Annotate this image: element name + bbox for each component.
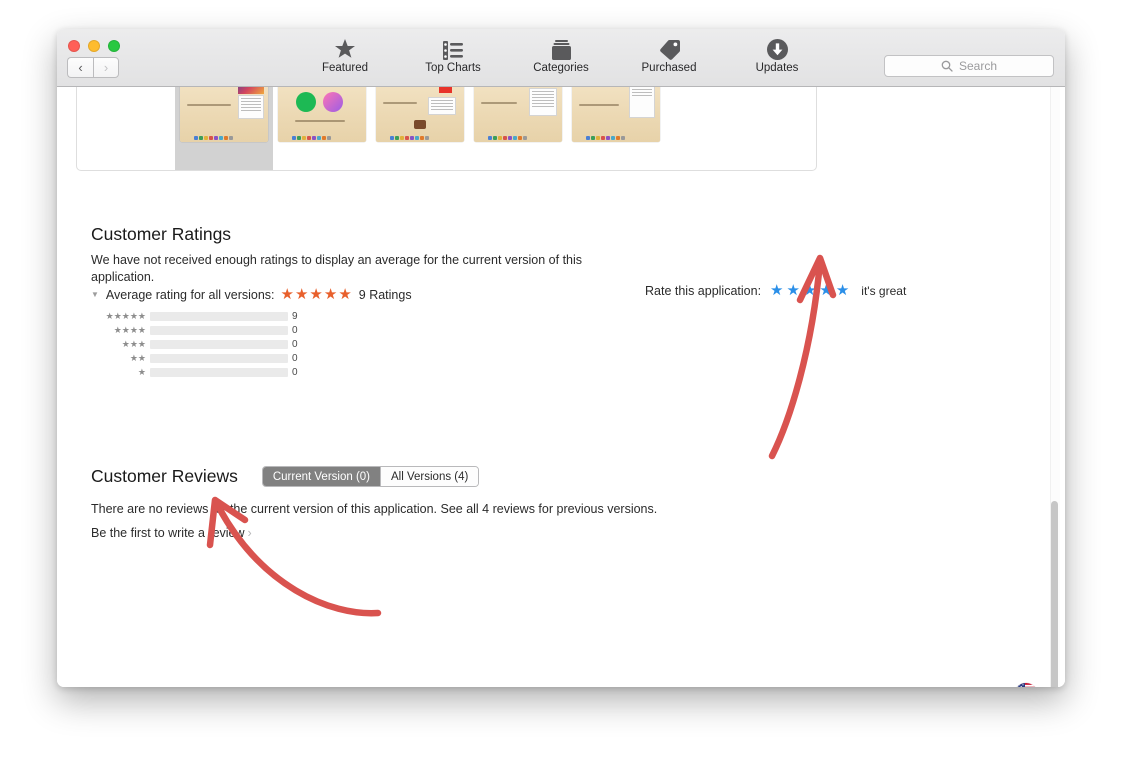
average-rating-row[interactable]: ▼ Average rating for all versions: ★★★★★…	[91, 287, 412, 302]
histogram-count: 0	[292, 338, 298, 350]
rate-application-label: Rate this application:	[645, 283, 762, 298]
tab-top-charts-label: Top Charts	[425, 62, 481, 74]
screenshot-thumbnail[interactable]	[469, 87, 567, 170]
customer-reviews-heading: Customer Reviews	[91, 466, 238, 486]
write-review-label: Be the first to write a review	[91, 526, 245, 540]
histogram-row: ★★ 0	[91, 351, 304, 365]
desktop-background: ‹ › Featured Top Charts Categories Purch…	[0, 0, 1123, 767]
tab-top-charts[interactable]: Top Charts	[414, 36, 492, 74]
histogram-count: 0	[292, 324, 298, 336]
histogram-stars: ★★★★★	[105, 310, 146, 321]
screenshot-thumbnail[interactable]	[567, 87, 665, 170]
histogram-bar	[150, 367, 288, 377]
rate-application-stars[interactable]: ★★★★★	[770, 283, 852, 298]
tab-purchased-label: Purchased	[641, 62, 697, 74]
write-review-link[interactable]: Be the first to write a review ›	[91, 526, 252, 540]
histogram-stars: ★★★★	[113, 324, 146, 335]
tab-purchased[interactable]: Purchased	[630, 36, 708, 74]
disclosure-triangle-icon[interactable]: ▼	[91, 290, 99, 299]
histogram-bar	[150, 339, 288, 349]
rate-application-caption: it's great	[861, 283, 907, 298]
vertical-scrollbar-thumb[interactable]	[1051, 501, 1058, 687]
tab-featured-label: Featured	[321, 62, 369, 74]
window-toolbar: ‹ › Featured Top Charts Categories Purch…	[57, 29, 1065, 87]
download-arrow-icon	[766, 36, 788, 60]
histogram-row: ★★★★ 0	[91, 323, 304, 337]
histogram-bar	[150, 311, 288, 321]
customer-ratings-heading: Customer Ratings	[91, 224, 232, 244]
histogram-stars: ★	[137, 366, 146, 377]
screenshot-thumbnail[interactable]	[175, 87, 273, 170]
screenshot-thumbnail[interactable]	[273, 87, 371, 170]
histogram-row: ★★★ 0	[91, 337, 304, 351]
star-icon	[334, 36, 356, 60]
chevron-right-icon: ›	[247, 526, 252, 540]
tab-featured[interactable]: Featured	[306, 36, 384, 74]
reviews-version-segmented-control: Current Version (0) All Versions (4)	[261, 466, 480, 487]
folder-icon	[551, 36, 571, 60]
list-icon	[443, 36, 463, 60]
tab-updates[interactable]: Updates	[738, 36, 816, 74]
ratings-note-text: We have not received enough ratings to d…	[91, 253, 583, 284]
histogram-bar	[150, 353, 288, 363]
page-content: Customer Ratings We have not received en…	[57, 87, 1065, 687]
histogram-stars: ★★	[129, 352, 146, 363]
histogram-row: ★★★★★ 9	[91, 309, 304, 323]
no-reviews-text: There are no reviews for the current ver…	[91, 502, 658, 516]
screenshot-thumbnail-strip[interactable]	[76, 87, 817, 171]
search-field[interactable]: Search	[884, 55, 1054, 77]
screenshot-thumbnail[interactable]	[77, 87, 175, 170]
histogram-count: 9	[292, 310, 298, 322]
histogram-row: ★ 0	[91, 365, 304, 379]
screenshot-thumbnail[interactable]	[665, 87, 763, 170]
histogram-count: 0	[292, 366, 298, 378]
segment-all-versions[interactable]: All Versions (4)	[381, 467, 479, 486]
ratings-count-label: 9 Ratings	[358, 287, 412, 302]
segment-current-version[interactable]: Current Version (0)	[262, 467, 382, 486]
tab-updates-label: Updates	[755, 62, 799, 74]
average-rating-label: Average rating for all versions:	[105, 287, 275, 302]
ratings-histogram: ★★★★★ 9 ★★★★ 0 ★★★ 0 ★★ 0 ★ 0	[91, 309, 304, 379]
average-rating-stars: ★★★★★	[280, 286, 353, 303]
tab-categories[interactable]: Categories	[522, 36, 600, 74]
rate-application-row: Rate this application: ★★★★★ it's great	[645, 283, 906, 298]
search-input-placeholder: Search	[958, 59, 998, 73]
histogram-count: 0	[292, 352, 298, 364]
search-icon	[941, 60, 953, 72]
app-store-window: ‹ › Featured Top Charts Categories Purch…	[57, 29, 1065, 687]
screenshot-thumbnail[interactable]	[371, 87, 469, 170]
customer-reviews-header: Customer Reviews Current Version (0) All…	[91, 466, 480, 487]
histogram-stars: ★★★	[121, 338, 146, 349]
tab-categories-label: Categories	[533, 62, 589, 74]
histogram-bar	[150, 325, 288, 335]
united-states-flag-icon[interactable]	[1014, 683, 1038, 687]
tag-icon	[659, 36, 680, 60]
